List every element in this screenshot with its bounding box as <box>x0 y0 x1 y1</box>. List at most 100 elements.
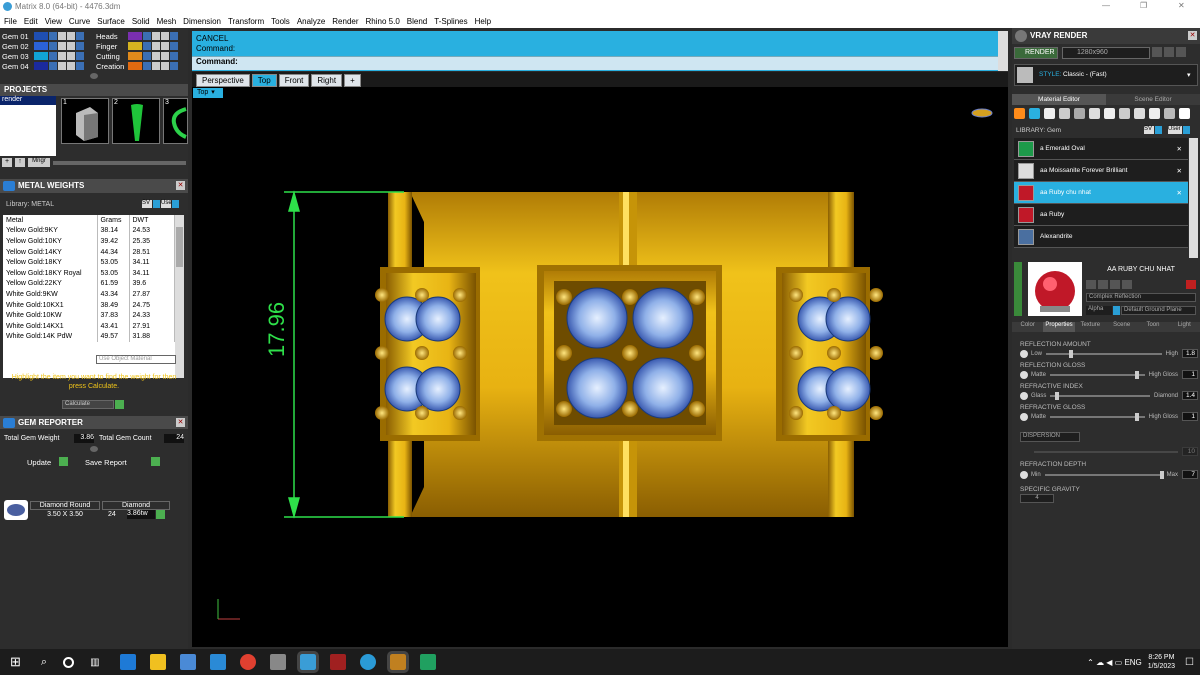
layer-color-swatch[interactable] <box>34 62 48 70</box>
reset-icon[interactable] <box>1020 370 1028 379</box>
menu-mesh[interactable]: Mesh <box>157 17 177 26</box>
project-thumb-3[interactable]: 3 <box>163 98 188 144</box>
resolution-field[interactable]: 1280x960 <box>1062 47 1150 59</box>
metal-table-scrollbar[interactable] <box>175 215 184 378</box>
app-icon[interactable] <box>386 651 409 673</box>
slider-thumb[interactable] <box>1055 391 1060 400</box>
menu-transform[interactable]: Transform <box>228 17 264 26</box>
clock[interactable]: 8:26 PM 1/5/2023 <box>1148 653 1175 671</box>
layer-color-swatch[interactable] <box>128 42 142 50</box>
delete-icon[interactable] <box>1186 280 1196 289</box>
lock-icon[interactable] <box>152 62 160 70</box>
material-item[interactable]: aa Ruby chu nhat ✕ <box>1014 182 1188 204</box>
slider-thumb[interactable] <box>1135 370 1140 379</box>
layer-option-icon[interactable] <box>170 32 178 40</box>
tab-perspective[interactable]: Perspective <box>196 74 250 87</box>
menu-blend[interactable]: Blend <box>407 17 427 26</box>
sv-button[interactable]: SV <box>142 200 152 208</box>
table-row[interactable]: Yellow Gold:18KY 53.05 34.11 <box>3 257 175 268</box>
slider-thumb[interactable] <box>1135 412 1140 421</box>
table-row[interactable]: Yellow Gold:14KY 44.34 28.51 <box>3 246 175 258</box>
task-view-icon[interactable]: ▥ <box>90 657 99 668</box>
tool-icon[interactable] <box>1086 280 1096 289</box>
material-tool-icon[interactable] <box>1134 108 1145 119</box>
material-tool-icon[interactable] <box>1149 108 1160 119</box>
table-row[interactable]: Yellow Gold:9KY 38.14 24.53 <box>3 225 175 237</box>
windows-start-icon[interactable]: ⊞ <box>10 654 21 670</box>
table-row[interactable]: Yellow Gold:22KY 61.59 39.6 <box>3 278 175 290</box>
layer-visibility-icon[interactable] <box>49 62 57 70</box>
table-row[interactable]: White Gold:14K PdW 49.57 31.88 <box>3 331 175 343</box>
layer-visibility-icon[interactable] <box>143 52 151 60</box>
tool-icon[interactable] <box>1152 47 1162 57</box>
lock-icon[interactable] <box>152 42 160 50</box>
tool-icon[interactable] <box>1110 280 1120 289</box>
layer-option-icon[interactable] <box>170 52 178 60</box>
layer-row-left-0[interactable]: Gem 01 <box>2 31 94 41</box>
menu-file[interactable]: File <box>4 17 17 26</box>
project-item-render[interactable]: render <box>0 96 56 105</box>
app-icon[interactable] <box>269 654 286 670</box>
lock-icon[interactable] <box>58 32 66 40</box>
layer-option-icon[interactable] <box>170 62 178 70</box>
close-icon[interactable]: ✕ <box>1177 167 1182 175</box>
save-report-button[interactable]: Save Report <box>85 458 127 467</box>
top-viewport[interactable]: Top ▾ 17.96 <box>192 87 1008 647</box>
table-row[interactable]: White Gold:10KX1 38.49 24.75 <box>3 299 175 311</box>
command-input[interactable]: Command: <box>192 56 998 70</box>
table-row[interactable]: White Gold:9KW 43.34 27.87 <box>3 289 175 300</box>
material-item[interactable]: Alexandrite <box>1014 226 1188 248</box>
layer-option-icon[interactable] <box>67 32 75 40</box>
layer-row-right-1[interactable]: Finger <box>96 41 186 51</box>
layer-color-swatch[interactable] <box>128 62 142 70</box>
user-toggle[interactable] <box>1183 126 1190 134</box>
lock-icon[interactable] <box>152 52 160 60</box>
layer-row-left-1[interactable]: Gem 02 <box>2 41 94 51</box>
close-icon[interactable]: ✕ <box>1177 189 1182 197</box>
specific-gravity-input[interactable]: 4 <box>1020 494 1054 503</box>
splitter-handle[interactable] <box>90 73 98 79</box>
layer-row-left-2[interactable]: Gem 03 <box>2 51 94 61</box>
material-tool-icon[interactable] <box>1044 108 1055 119</box>
app-icon[interactable] <box>419 654 436 670</box>
tray-icons[interactable]: ⌃ ☁ ◀ ▭ ENG <box>1087 658 1142 667</box>
material-item[interactable]: a Emerald Oval ✕ <box>1014 138 1188 160</box>
slider-thumb[interactable] <box>1160 470 1165 479</box>
tool-icon[interactable] <box>1098 280 1108 289</box>
layer-visibility-icon[interactable] <box>143 62 151 70</box>
slider-thumb[interactable] <box>1069 349 1074 358</box>
layer-option-icon[interactable] <box>161 62 169 70</box>
cortana-icon[interactable] <box>63 656 75 668</box>
search-icon[interactable]: ⌕ <box>41 656 47 669</box>
menu-analyze[interactable]: Analyze <box>297 17 325 26</box>
layer-option-icon[interactable] <box>76 52 84 60</box>
edge-icon[interactable] <box>119 654 136 670</box>
property-slider[interactable]: Matte High Gloss 1 <box>1020 369 1198 380</box>
tab-properties[interactable]: Properties <box>1043 322 1075 332</box>
table-row[interactable]: Yellow Gold:10KY 39.42 25.35 <box>3 236 175 247</box>
project-thumb-2[interactable]: 2 <box>112 98 160 144</box>
tab-scene-editor[interactable]: Scene Editor <box>1106 94 1200 105</box>
material-item[interactable]: aa Ruby <box>1014 204 1188 226</box>
zalo-icon[interactable] <box>359 654 376 670</box>
alpha-toggle[interactable] <box>1113 306 1120 315</box>
layer-option-icon[interactable] <box>67 52 75 60</box>
matrix-icon[interactable] <box>296 651 319 673</box>
reset-icon[interactable] <box>1020 412 1028 421</box>
layer-color-swatch[interactable] <box>34 52 48 60</box>
col-metal[interactable]: Metal <box>3 215 98 226</box>
splitter-handle[interactable] <box>90 446 98 452</box>
close-icon[interactable]: ✕ <box>176 418 185 427</box>
table-row[interactable]: White Gold:10KW 37.83 24.33 <box>3 310 175 321</box>
layer-option-icon[interactable] <box>76 42 84 50</box>
property-slider[interactable]: Matte High Gloss 1 <box>1020 411 1198 422</box>
menu-edit[interactable]: Edit <box>24 17 38 26</box>
notification-icon[interactable]: ☐ <box>1185 657 1194 668</box>
menu-view[interactable]: View <box>45 17 62 26</box>
use-object-material-checkbox[interactable]: Use Object Material <box>96 355 176 364</box>
minimize-button[interactable]: — <box>1102 1 1110 10</box>
chevron-down-icon[interactable]: ▾ <box>1187 71 1191 79</box>
material-tool-icon[interactable] <box>1014 108 1025 119</box>
property-slider[interactable]: Glass Diamond 1.4 <box>1020 390 1198 401</box>
material-tool-icon[interactable] <box>1074 108 1085 119</box>
